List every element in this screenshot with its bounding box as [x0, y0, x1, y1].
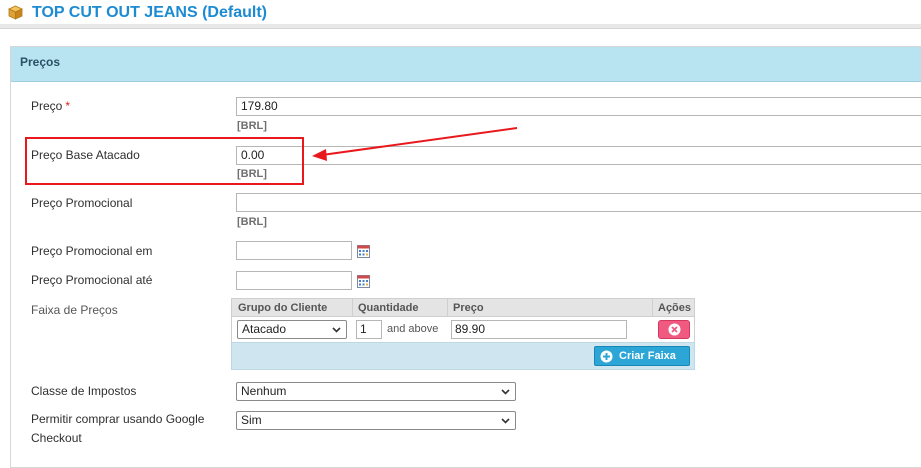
- google-checkout-label: Permitir comprar usando Google: [31, 412, 205, 426]
- table-row: Atacado 1 and above 89.90: [231, 317, 695, 342]
- tier-price-table: Grupo do Cliente Quantidade Preço Ações …: [231, 298, 695, 371]
- price-currency: [BRL]: [237, 120, 267, 132]
- column-divider: [352, 299, 353, 317]
- price-input[interactable]: 179.80: [236, 97, 921, 116]
- plus-icon: [600, 350, 613, 363]
- close-icon: [668, 323, 681, 336]
- page-title: TOP CUT OUT JEANS (Default): [32, 4, 267, 21]
- annotation-highlight-box: [25, 137, 304, 185]
- column-divider: [447, 299, 448, 317]
- chevron-down-icon: [332, 327, 341, 333]
- special-from-label: Preço Promocional em: [31, 244, 153, 258]
- price-label: Preço *: [31, 99, 71, 113]
- section-header: Preços: [11, 47, 921, 82]
- tier-price-label: Faixa de Preços: [31, 303, 118, 317]
- add-tier-label: Criar Faixa: [619, 350, 676, 362]
- column-header: Preço: [453, 302, 484, 314]
- section-title: Preços: [20, 55, 61, 69]
- special-to-date-input[interactable]: [236, 271, 352, 290]
- tier-table-footer: Criar Faixa: [231, 342, 695, 370]
- add-tier-button[interactable]: Criar Faixa: [594, 346, 690, 366]
- special-from-date-input[interactable]: [236, 241, 352, 260]
- special-price-currency: [BRL]: [237, 216, 267, 228]
- tax-class-label: Classe de Impostos: [31, 384, 137, 398]
- column-header: Quantidade: [358, 302, 419, 314]
- special-to-label: Preço Promocional até: [31, 273, 153, 287]
- quantity-input[interactable]: 1: [356, 320, 382, 339]
- box-icon: [8, 5, 23, 20]
- tier-price-input[interactable]: 89.90: [451, 320, 627, 339]
- google-checkout-label: Checkout: [31, 431, 82, 445]
- qty-suffix: and above: [387, 323, 439, 335]
- column-header: Grupo do Cliente: [238, 302, 328, 314]
- customer-group-select[interactable]: Atacado: [237, 320, 347, 339]
- tax-class-select[interactable]: Nenhum: [236, 382, 516, 401]
- page-header: TOP CUT OUT JEANS (Default): [0, 0, 921, 30]
- chevron-down-icon: [501, 389, 510, 395]
- required-mark: *: [65, 99, 71, 113]
- calendar-icon[interactable]: [357, 245, 370, 258]
- column-divider: [652, 299, 653, 317]
- special-price-label: Preço Promocional: [31, 196, 133, 210]
- column-header: Ações: [658, 302, 692, 314]
- google-checkout-select[interactable]: Sim: [236, 411, 516, 430]
- wholesale-price-input[interactable]: 0.00: [236, 146, 921, 165]
- chevron-down-icon: [501, 418, 510, 424]
- calendar-icon[interactable]: [357, 275, 370, 288]
- tier-table-header: Grupo do Cliente Quantidade Preço Ações: [231, 298, 695, 317]
- delete-tier-button[interactable]: [658, 320, 690, 339]
- header-divider: [0, 24, 921, 29]
- special-price-input[interactable]: [236, 193, 921, 212]
